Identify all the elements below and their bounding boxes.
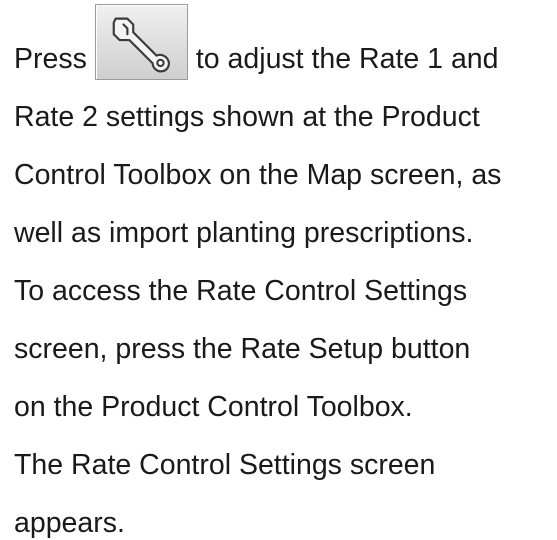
- settings-wrench-button[interactable]: [94, 4, 188, 80]
- paragraph-1-line-7: on the Product Control Toolbox.: [14, 391, 413, 423]
- press-text: Press: [14, 43, 87, 75]
- paragraph-1-line-4: well as import planting prescriptions.: [14, 217, 474, 249]
- adjust-text: to adjust the Rate 1 and: [195, 43, 499, 75]
- paragraph-2-line-2: appears.: [14, 507, 125, 539]
- paragraph-1-line-3: Control Toolbox on the Map screen, as: [14, 159, 502, 191]
- paragraph-2-line-1: The Rate Control Settings screen: [14, 449, 436, 481]
- paragraph-1-line-6: screen, press the Rate Setup button: [14, 333, 471, 365]
- paragraph-1-line-5: To access the Rate Control Settings: [14, 275, 468, 307]
- paragraph-1-line-2: Rate 2 settings shown at the Product: [14, 101, 480, 133]
- wrench-icon: [112, 17, 170, 73]
